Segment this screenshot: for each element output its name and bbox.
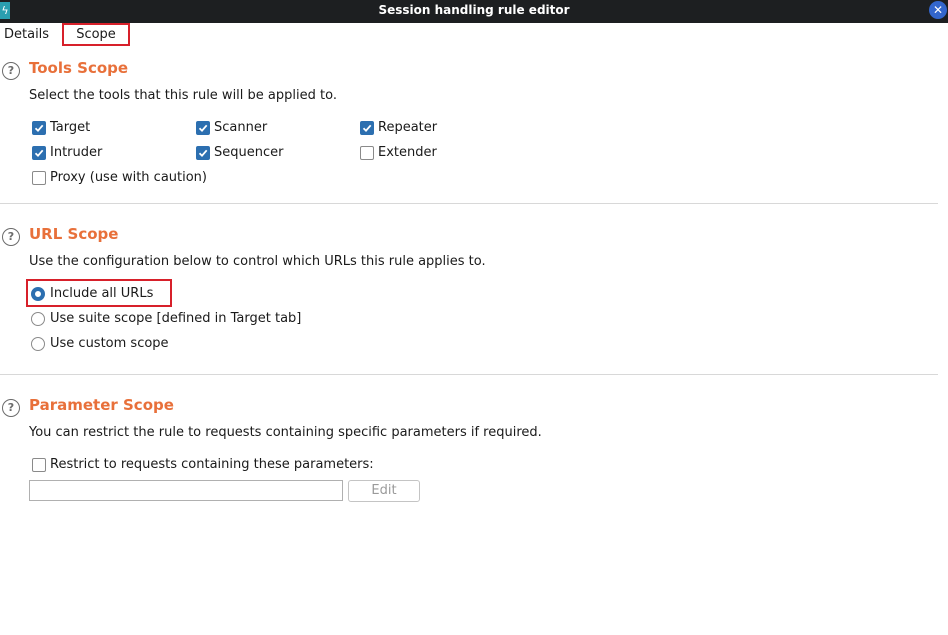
checkbox-checked-icon <box>32 121 46 135</box>
close-button[interactable]: ✕ <box>929 1 947 19</box>
tool-label: Target <box>50 120 91 135</box>
parameter-scope-title: Parameter Scope <box>29 396 174 414</box>
checkbox-checked-icon <box>196 121 210 135</box>
checkbox-checked-icon <box>32 146 46 160</box>
tab-details[interactable]: Details <box>4 23 49 47</box>
radio-unselected-icon <box>31 312 45 326</box>
radio-unselected-icon <box>31 337 45 351</box>
radio-label: Use custom scope <box>50 336 169 351</box>
tool-target-checkbox[interactable]: Target <box>32 119 90 137</box>
radio-label: Use suite scope [defined in Target tab] <box>50 311 302 326</box>
checkbox-checked-icon <box>360 121 374 135</box>
window-title: Session handling rule editor <box>378 3 570 17</box>
checkbox-unchecked-icon <box>32 171 46 185</box>
tab-scope[interactable]: Scope <box>62 23 130 46</box>
parameter-scope-description: You can restrict the rule to requests co… <box>29 425 542 440</box>
radio-use-suite-scope[interactable]: Use suite scope [defined in Target tab] <box>31 310 301 328</box>
tool-scanner-checkbox[interactable]: Scanner <box>196 119 267 137</box>
tool-label: Sequencer <box>214 145 284 160</box>
tool-extender-checkbox[interactable]: Extender <box>360 144 437 162</box>
tool-intruder-checkbox[interactable]: Intruder <box>32 144 102 162</box>
section-divider <box>0 374 938 375</box>
tool-repeater-checkbox[interactable]: Repeater <box>360 119 437 137</box>
parameters-input[interactable] <box>29 480 343 501</box>
tools-scope-title: Tools Scope <box>29 59 129 77</box>
tool-label: Repeater <box>378 120 438 135</box>
restrict-parameters-label: Restrict to requests containing these pa… <box>50 457 374 472</box>
radio-label: Include all URLs <box>50 286 154 301</box>
url-scope-description: Use the configuration below to control w… <box>29 254 486 269</box>
checkbox-unchecked-icon <box>360 146 374 160</box>
help-icon[interactable]: ? <box>2 62 20 80</box>
help-icon[interactable]: ? <box>2 399 20 417</box>
section-divider <box>0 203 938 204</box>
edit-button[interactable]: Edit <box>348 480 420 502</box>
radio-use-custom-scope[interactable]: Use custom scope <box>31 335 169 353</box>
url-scope-title: URL Scope <box>29 225 119 243</box>
restrict-parameters-checkbox[interactable]: Restrict to requests containing these pa… <box>32 456 374 474</box>
tool-sequencer-checkbox[interactable]: Sequencer <box>196 144 283 162</box>
help-icon[interactable]: ? <box>2 228 20 246</box>
tool-label: Scanner <box>214 120 268 135</box>
checkbox-checked-icon <box>196 146 210 160</box>
checkbox-unchecked-icon <box>32 458 46 472</box>
tab-bar: Details Scope <box>0 23 948 47</box>
tool-label: Proxy (use with caution) <box>50 170 207 185</box>
tool-proxy-checkbox[interactable]: Proxy (use with caution) <box>32 169 207 187</box>
radio-selected-icon <box>31 287 45 301</box>
tools-scope-description: Select the tools that this rule will be … <box>29 88 337 103</box>
title-bar: ϟ Session handling rule editor ✕ <box>0 0 948 23</box>
tool-label: Extender <box>378 145 437 160</box>
tool-label: Intruder <box>50 145 103 160</box>
radio-include-all-urls[interactable]: Include all URLs <box>31 285 153 303</box>
